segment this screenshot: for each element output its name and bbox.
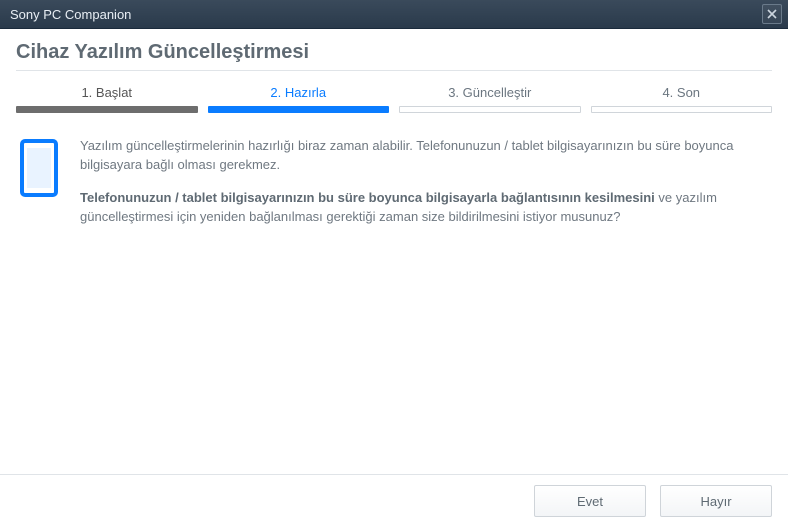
phone-icon [20,139,58,197]
step-label: 1. Başlat [16,81,198,106]
content-area: Cihaz Yazılım Güncelleştirmesi 1. Başlat… [0,29,788,240]
footer: Evet Hayır [0,474,788,527]
question-text: Telefonunuzun / tablet bilgisayarınızın … [80,189,768,227]
no-button[interactable]: Hayır [660,485,772,517]
close-icon [767,9,777,19]
step-update: 3. Güncelleştir [399,81,581,113]
page-title: Cihaz Yazılım Güncelleştirmesi [16,41,772,64]
close-button[interactable] [762,4,782,24]
step-indicator: 1. Başlat 2. Hazırla 3. Güncelleştir 4. … [16,81,772,113]
step-prepare: 2. Hazırla [208,81,390,113]
step-finish: 4. Son [591,81,773,113]
step-bar [399,106,581,113]
info-text: Yazılım güncelleştirmelerinin hazırlığı … [80,137,768,175]
step-bar [16,106,198,113]
yes-button[interactable]: Evet [534,485,646,517]
titlebar: Sony PC Companion [0,0,788,29]
step-label: 4. Son [591,81,773,106]
message-area: Yazılım güncelleştirmelerinin hazırlığı … [80,137,768,240]
window-title: Sony PC Companion [10,7,762,22]
step-label: 2. Hazırla [208,81,390,106]
step-bar [208,106,390,113]
divider [16,70,772,71]
body-row: Yazılım güncelleştirmelerinin hazırlığı … [16,137,772,240]
step-start: 1. Başlat [16,81,198,113]
step-label: 3. Güncelleştir [399,81,581,106]
step-bar [591,106,773,113]
question-bold: Telefonunuzun / tablet bilgisayarınızın … [80,190,655,205]
